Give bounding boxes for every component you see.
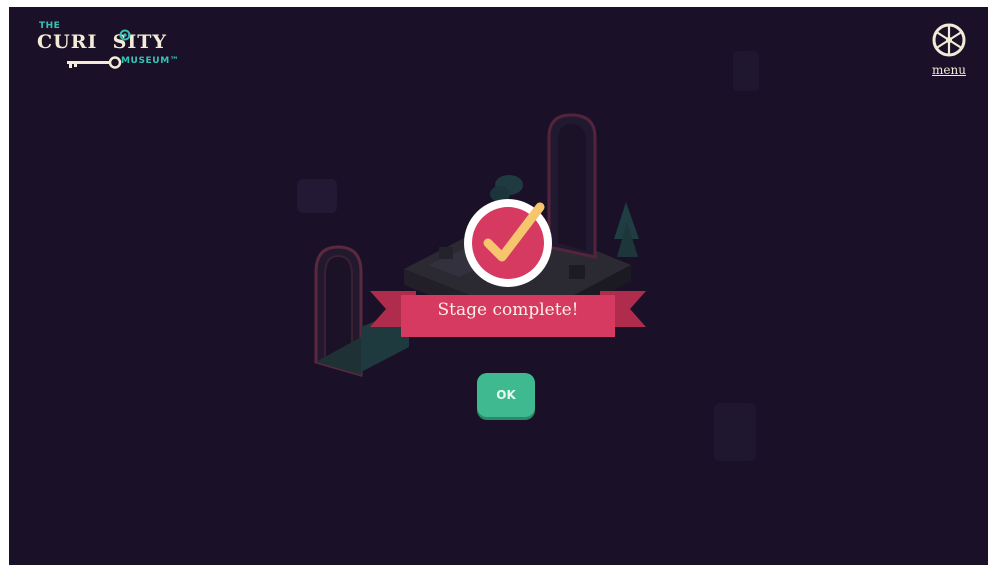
- logo-curiosity-text: CURI SITY: [37, 31, 167, 53]
- crate: [439, 247, 453, 259]
- ok-button[interactable]: OK: [477, 373, 535, 417]
- faint-block: [714, 403, 756, 461]
- checkmark-icon: [464, 199, 552, 287]
- faint-block: [297, 179, 337, 213]
- stage-complete-message: Stage complete!: [437, 300, 579, 320]
- game-screen: THE CURI SITY MUSEUM™ menu Stage complet…: [9, 7, 988, 565]
- logo-museum-text: MUSEUM™: [121, 56, 180, 66]
- logo-the-text: THE: [39, 21, 61, 31]
- menu-label: menu: [932, 63, 966, 77]
- gear-icon: [119, 29, 131, 41]
- crate: [569, 265, 585, 279]
- faint-block: [733, 51, 759, 91]
- key-icon: [67, 56, 122, 69]
- menu-button[interactable]: menu: [927, 22, 971, 92]
- curiosity-museum-logo: THE CURI SITY MUSEUM™: [35, 21, 195, 81]
- wheel-icon: [932, 23, 966, 57]
- back-archway: [547, 113, 597, 259]
